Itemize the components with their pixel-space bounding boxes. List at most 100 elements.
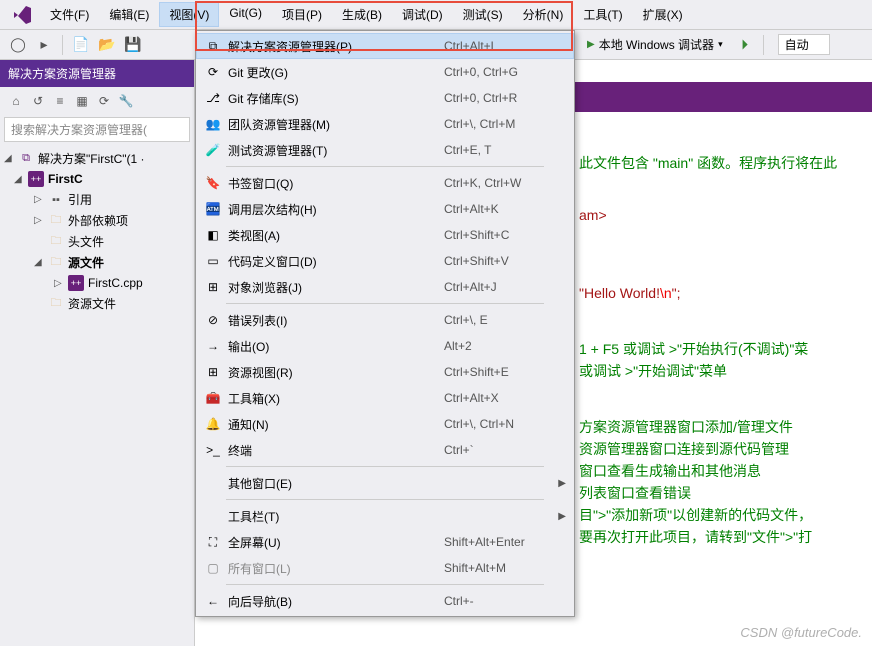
menu-item-对象浏览器[interactable]: ⊞对象浏览器(J)Ctrl+Alt+J xyxy=(196,274,574,300)
menu-item-shortcut: Ctrl+\, Ctrl+N xyxy=(444,417,514,431)
menu-item-icon: >_ xyxy=(204,441,222,459)
tree-headers-node[interactable]: 🗀头文件 xyxy=(0,231,194,252)
tree-external-node[interactable]: ▷🗀外部依赖项 xyxy=(0,210,194,231)
menu-item-label: 通知(N) xyxy=(228,416,438,433)
menu-item-工具栏[interactable]: 工具栏(T) ▶ xyxy=(196,503,574,529)
code-comment: 此文件包含 "main" 函数。程序执行将在此 xyxy=(579,153,837,173)
tree-project-node[interactable]: ◢++FirstC xyxy=(0,169,194,189)
menu-item-shortcut: Ctrl+Alt+K xyxy=(444,202,499,216)
menu-item-shortcut: Ctrl+Shift+C xyxy=(444,228,509,242)
menu-item-shortcut: Ctrl+E, T xyxy=(444,143,491,157)
tree-source-file[interactable]: ▷++FirstC.cpp xyxy=(0,273,194,293)
code-comment: 或调试 >"开始调试"菜单 xyxy=(579,361,727,381)
menu-item-全屏幕[interactable]: ⛶全屏幕(U)Shift+Alt+Enter xyxy=(196,529,574,555)
tree-sources-node[interactable]: ◢🗀源文件 xyxy=(0,252,194,273)
menu-item-label: 类视图(A) xyxy=(228,227,438,244)
menu-item-label: 向后导航(B) xyxy=(228,593,438,610)
show-all-icon[interactable]: ▦ xyxy=(72,91,92,111)
menu-item-工具箱[interactable]: 🧰工具箱(X)Ctrl+Alt+X xyxy=(196,385,574,411)
code-comment: 方案资源管理器窗口添加/管理文件 xyxy=(579,417,793,437)
menu-生成[interactable]: 生成(B) xyxy=(332,2,392,27)
menu-item-label: 工具栏(T) xyxy=(228,508,438,525)
menu-item-label: 输出(O) xyxy=(228,338,438,355)
submenu-arrow-icon: ▶ xyxy=(558,511,566,522)
menu-item-调用层次结构[interactable]: 🏧调用层次结构(H)Ctrl+Alt+K xyxy=(196,196,574,222)
menu-item-Git 更改[interactable]: ⟳Git 更改(G)Ctrl+0, Ctrl+G xyxy=(196,59,574,85)
refresh-icon[interactable]: ⟳ xyxy=(94,91,114,111)
menu-item-Git 存储库[interactable]: ⎇Git 存储库(S)Ctrl+0, Ctrl+R xyxy=(196,85,574,111)
menu-item-shortcut: Ctrl+\, E xyxy=(444,313,488,327)
tree-references-node[interactable]: ▷▪▪引用 xyxy=(0,189,194,210)
debug-target-dropdown[interactable]: 本地 Windows 调试器 ▾ xyxy=(579,34,731,55)
menu-调试[interactable]: 调试(D) xyxy=(392,2,453,27)
menu-编辑[interactable]: 编辑(E) xyxy=(99,2,159,27)
menu-item-shortcut: Shift+Alt+M xyxy=(444,561,506,575)
menu-item-资源视图[interactable]: ⊞资源视图(R)Ctrl+Shift+E xyxy=(196,359,574,385)
nav-fwd-icon[interactable]: ▸ xyxy=(32,33,56,57)
menu-item-shortcut: Ctrl+Alt+L xyxy=(444,39,497,53)
menu-工具[interactable]: 工具(T) xyxy=(573,2,632,27)
nav-back-icon[interactable]: ◯ xyxy=(6,33,30,57)
menu-item-代码定义窗口[interactable]: ▭代码定义窗口(D)Ctrl+Shift+V xyxy=(196,248,574,274)
home-icon[interactable]: ⌂ xyxy=(6,91,26,111)
code-escape: \n xyxy=(660,285,672,301)
new-icon[interactable]: 📄 xyxy=(69,33,93,57)
menu-item-终端[interactable]: >_终端Ctrl+` xyxy=(196,437,574,463)
menu-分析[interactable]: 分析(N) xyxy=(513,2,574,27)
menu-item-label: 全屏幕(U) xyxy=(228,534,438,551)
menu-item-icon: ⎇ xyxy=(204,89,222,107)
panel-title: 解决方案资源管理器 xyxy=(0,60,194,87)
menu-item-icon: 👥 xyxy=(204,115,222,133)
menu-item-shortcut: Ctrl+- xyxy=(444,594,474,608)
menu-item-icon: 🧪 xyxy=(204,141,222,159)
menu-item-icon: ⊞ xyxy=(204,278,222,296)
collapse-icon[interactable]: ≡ xyxy=(50,91,70,111)
menu-item-icon: ← xyxy=(204,592,222,610)
menu-测试[interactable]: 测试(S) xyxy=(453,2,513,27)
menu-item-输出[interactable]: →输出(O)Alt+2 xyxy=(196,333,574,359)
menu-item-label: Git 更改(G) xyxy=(228,64,438,81)
menu-item-icon: ◧ xyxy=(204,226,222,244)
props-icon[interactable]: 🔧 xyxy=(116,91,136,111)
menu-item-label: 错误列表(I) xyxy=(228,312,438,329)
menu-item-label: 测试资源管理器(T) xyxy=(228,142,438,159)
menu-item-团队资源管理器[interactable]: 👥团队资源管理器(M)Ctrl+\, Ctrl+M xyxy=(196,111,574,137)
code-comment: 要再次打开此项目，请转到"文件">"打 xyxy=(579,527,812,547)
menu-item-shortcut: Ctrl+K, Ctrl+W xyxy=(444,176,521,190)
menu-item-测试资源管理器[interactable]: 🧪 测试资源管理器(T) Ctrl+E, T xyxy=(196,137,574,163)
menu-git[interactable]: Git(G) xyxy=(219,2,272,27)
menu-文件[interactable]: 文件(F) xyxy=(40,2,99,27)
menu-item-类视图[interactable]: ◧ 类视图(A) Ctrl+Shift+C xyxy=(196,222,574,248)
menu-项目[interactable]: 项目(P) xyxy=(272,2,332,27)
menu-item-错误列表[interactable]: ⊘错误列表(I)Ctrl+\, E xyxy=(196,307,574,333)
menu-item-label: 调用层次结构(H) xyxy=(228,201,438,218)
code-comment: 目">"添加新项"以创建新的代码文件， xyxy=(579,505,812,525)
sync-icon[interactable]: ↺ xyxy=(28,91,48,111)
menu-item-通知[interactable]: 🔔通知(N)Ctrl+\, Ctrl+N xyxy=(196,411,574,437)
menu-item-shortcut: Ctrl+` xyxy=(444,443,474,457)
menu-item-解决方案资源管理器[interactable]: ⧉ 解决方案资源管理器(P) Ctrl+Alt+L xyxy=(196,33,574,59)
auto-dropdown[interactable]: 自动 xyxy=(778,34,830,55)
open-icon[interactable]: 📂 xyxy=(95,33,119,57)
code-comment: 窗口查看生成输出和其他消息 xyxy=(579,461,761,481)
menu-item-所有窗口: ▢所有窗口(L)Shift+Alt+M xyxy=(196,555,574,581)
menu-item-label: 解决方案资源管理器(P) xyxy=(228,38,438,55)
menu-item-label: 代码定义窗口(D) xyxy=(228,253,438,270)
menu-item-label: 书签窗口(Q) xyxy=(228,175,438,192)
save-icon[interactable]: 💾 xyxy=(121,33,145,57)
menu-item-shortcut: Ctrl+\, Ctrl+M xyxy=(444,117,515,131)
menu-item-icon xyxy=(204,507,222,525)
menu-item-icon: ⧉ xyxy=(204,37,222,55)
tree-resources-node[interactable]: 🗀资源文件 xyxy=(0,293,194,314)
menu-item-向后导航[interactable]: ← 向后导航(B) Ctrl+- xyxy=(196,588,574,614)
tree-solution-node[interactable]: ◢⧉解决方案"FirstC"(1 · xyxy=(0,148,194,169)
code-comment: 资源管理器窗口连接到源代码管理 xyxy=(579,439,789,459)
menu-item-书签窗口[interactable]: 🔖书签窗口(Q)Ctrl+K, Ctrl+W xyxy=(196,170,574,196)
view-menu-dropdown: ⧉ 解决方案资源管理器(P) Ctrl+Alt+L ⟳Git 更改(G)Ctrl+0,… xyxy=(195,30,575,617)
search-input[interactable]: 搜索解决方案资源管理器( xyxy=(4,117,190,142)
menu-item-其他窗口[interactable]: 其他窗口(E)▶ xyxy=(196,470,574,496)
menu-视图[interactable]: 视图(V) xyxy=(159,2,219,27)
debug-play-icon[interactable]: ⏵ xyxy=(733,33,757,57)
menu-扩展[interactable]: 扩展(X) xyxy=(633,2,693,27)
solution-tree: ◢⧉解决方案"FirstC"(1 · ◢++FirstC ▷▪▪引用 ▷🗀外部依… xyxy=(0,144,194,318)
